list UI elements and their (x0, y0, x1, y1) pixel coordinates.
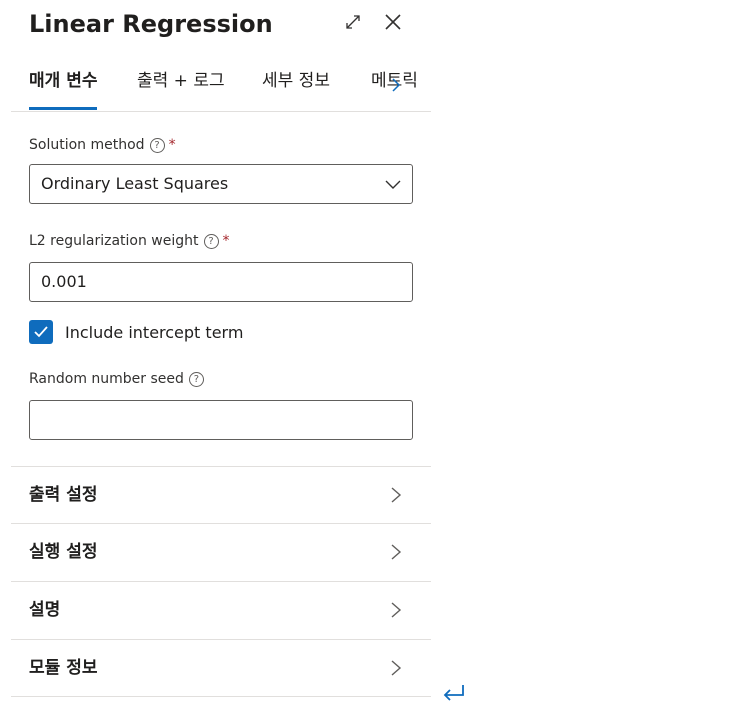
section-label: 모듈 정보 (29, 658, 98, 678)
section-module-info[interactable]: 모듈 정보 (11, 639, 431, 696)
solution-method-label-text: Solution method (29, 137, 145, 153)
help-icon[interactable]: ? (149, 137, 165, 153)
l2-weight-label-text: L2 regularization weight (29, 233, 199, 249)
tab-outputs-logs[interactable]: 출력 + 로그 (137, 62, 225, 110)
chevron-right-icon (391, 487, 402, 503)
random-seed-label-text: Random number seed (29, 371, 184, 387)
solution-method-select[interactable]: Ordinary Least Squares (29, 164, 413, 204)
include-intercept-checkbox[interactable] (29, 320, 53, 344)
tab-details[interactable]: 세부 정보 (262, 62, 330, 110)
solution-method-label: Solution method ? * (29, 135, 176, 155)
random-seed-input[interactable] (29, 400, 413, 440)
tab-parameters[interactable]: 매개 변수 (29, 62, 98, 110)
panel-title: Linear Regression (29, 10, 273, 38)
chevron-right-icon (391, 660, 402, 676)
include-intercept-checkbox-row[interactable]: Include intercept term (29, 319, 243, 345)
linear-regression-panel: Linear Regression 매개 변수 출력 + 로그 세부 정보 메트… (11, 0, 464, 714)
close-button[interactable] (379, 8, 407, 36)
return-icon (443, 685, 464, 701)
solution-method-value: Ordinary Least Squares (41, 174, 229, 193)
chevron-right-icon (391, 544, 402, 560)
section-label: 설명 (29, 600, 61, 620)
required-marker: * (222, 233, 230, 249)
tab-bar: 매개 변수 출력 + 로그 세부 정보 메트릭 (29, 62, 431, 112)
section-description[interactable]: 설명 (11, 581, 431, 638)
expand-button[interactable] (339, 8, 367, 36)
help-icon[interactable]: ? (188, 371, 204, 387)
include-intercept-label: Include intercept term (65, 322, 244, 342)
section-label: 출력 설정 (29, 485, 98, 505)
section-run-settings[interactable]: 실행 설정 (11, 523, 431, 580)
tab-scroll-button[interactable] (386, 75, 406, 95)
close-icon (385, 14, 401, 30)
chevron-down-icon (385, 180, 401, 189)
section-label: 실행 설정 (29, 542, 98, 562)
l2-weight-value: 0.001 (41, 272, 87, 291)
help-icon[interactable]: ? (203, 233, 219, 249)
l2-weight-label: L2 regularization weight ? * (29, 231, 230, 251)
random-seed-label: Random number seed ? (29, 369, 204, 389)
expand-icon (346, 15, 360, 29)
section-output-settings[interactable]: 출력 설정 (11, 466, 431, 523)
tab-divider (11, 111, 431, 112)
bottom-divider (11, 696, 431, 697)
checkmark-icon (34, 326, 48, 338)
l2-weight-input[interactable]: 0.001 (29, 262, 413, 302)
chevron-right-icon (392, 78, 401, 92)
chevron-right-icon (391, 602, 402, 618)
panel-header: Linear Regression (29, 6, 419, 42)
required-marker: * (168, 137, 176, 153)
